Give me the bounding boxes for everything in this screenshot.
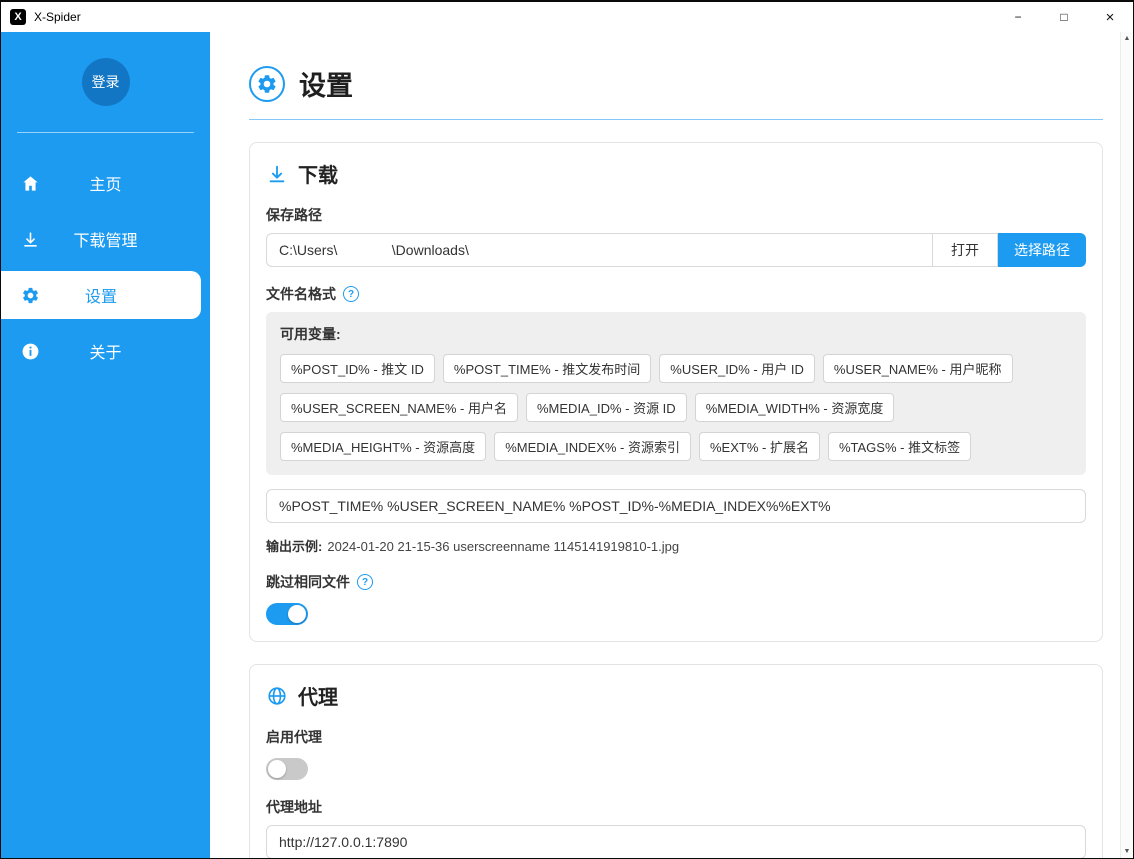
- variable-chip: %USER_SCREEN_NAME% - 用户名: [280, 393, 518, 422]
- close-button[interactable]: ×: [1087, 2, 1133, 32]
- variable-chip: %TAGS% - 推文标签: [828, 432, 971, 461]
- globe-icon: [266, 685, 288, 707]
- maximize-button[interactable]: □: [1041, 2, 1087, 32]
- scrollbar-track[interactable]: ▲ ▼: [1120, 32, 1133, 858]
- app-window: X X-Spider − □ × 登录 主页: [0, 0, 1134, 859]
- skip-same-file-label: 跳过相同文件 ?: [266, 572, 1086, 592]
- sidebar-item-about[interactable]: 关于: [1, 323, 210, 379]
- variable-chip: %USER_ID% - 用户 ID: [659, 354, 815, 383]
- minimize-button[interactable]: −: [995, 2, 1041, 32]
- home-icon: [21, 174, 40, 193]
- output-example-value: 2024-01-20 21-15-36 userscreenname 11451…: [327, 539, 679, 554]
- variable-chips: %POST_ID% - 推文 ID %POST_TIME% - 推文发布时间 %US…: [280, 354, 1072, 461]
- proxy-settings-card: 代理 启用代理 代理地址: [249, 664, 1103, 858]
- scrollbar-up-button[interactable]: ▲: [1121, 32, 1133, 45]
- sidebar-nav: 主页 下载管理 设置: [1, 155, 210, 379]
- settings-page: 设置 下载 保存路径 打开 选择路径 文件名格式 ?: [210, 32, 1133, 858]
- scrollbar-down-button[interactable]: ▼: [1121, 845, 1133, 858]
- sidebar-divider: [17, 132, 194, 133]
- download-section-header: 下载: [266, 159, 1086, 188]
- toggle-knob: [288, 605, 306, 623]
- variable-chip: %POST_ID% - 推文 ID: [280, 354, 435, 383]
- open-folder-button[interactable]: 打开: [932, 233, 998, 267]
- login-label: 登录: [92, 72, 120, 92]
- titlebar[interactable]: X X-Spider − □ ×: [1, 2, 1133, 32]
- variable-chip: %POST_TIME% - 推文发布时间: [443, 354, 651, 383]
- proxy-section-title: 代理: [298, 681, 338, 710]
- output-example-label: 输出示例:: [266, 539, 322, 554]
- variable-chip: %MEDIA_HEIGHT% - 资源高度: [280, 432, 486, 461]
- variable-chip: %MEDIA_ID% - 资源 ID: [526, 393, 687, 422]
- filename-format-label: 文件名格式 ?: [266, 284, 1086, 304]
- gear-icon: [21, 286, 40, 305]
- save-path-row: 打开 选择路径: [266, 233, 1086, 267]
- choose-path-button[interactable]: 选择路径: [998, 233, 1086, 267]
- download-icon: [266, 163, 288, 185]
- download-icon: [21, 230, 40, 249]
- save-path-label: 保存路径: [266, 205, 1086, 225]
- variable-chip: %MEDIA_INDEX% - 资源索引: [494, 432, 691, 461]
- variable-chip: %EXT% - 扩展名: [699, 432, 820, 461]
- variable-chip: %USER_NAME% - 用户昵称: [823, 354, 1013, 383]
- page-header: 设置: [249, 64, 1103, 120]
- sidebar: 登录 主页 下载管理: [1, 32, 210, 858]
- toggle-knob: [268, 760, 286, 778]
- proxy-address-input[interactable]: [266, 825, 1086, 858]
- variable-chip: %MEDIA_WIDTH% - 资源宽度: [695, 393, 895, 422]
- sidebar-item-download-manager[interactable]: 下载管理: [1, 211, 210, 267]
- filename-format-input[interactable]: [266, 489, 1086, 523]
- app-logo-icon: X: [10, 9, 26, 25]
- window-title: X-Spider: [34, 10, 81, 24]
- skip-same-file-toggle[interactable]: [266, 603, 308, 625]
- info-icon: [21, 342, 40, 361]
- sidebar-item-settings[interactable]: 设置: [1, 271, 201, 319]
- login-button[interactable]: 登录: [82, 58, 130, 106]
- download-section-title: 下载: [298, 159, 338, 188]
- available-variables-label: 可用变量:: [280, 324, 1072, 344]
- enable-proxy-label: 启用代理: [266, 727, 1086, 747]
- help-icon[interactable]: ?: [343, 286, 359, 302]
- help-icon[interactable]: ?: [357, 574, 373, 590]
- settings-icon: [249, 66, 285, 102]
- output-example: 输出示例: 2024-01-20 21-15-36 userscreenname …: [266, 536, 1086, 555]
- proxy-address-label: 代理地址: [266, 797, 1086, 817]
- proxy-section-header: 代理: [266, 681, 1086, 710]
- available-variables-panel: 可用变量: %POST_ID% - 推文 ID %POST_TIME% - 推文发…: [266, 312, 1086, 475]
- save-path-input[interactable]: [266, 233, 932, 267]
- enable-proxy-toggle[interactable]: [266, 758, 308, 780]
- download-settings-card: 下载 保存路径 打开 选择路径 文件名格式 ? 可用变量: %POST_ID% …: [249, 142, 1103, 642]
- sidebar-item-home[interactable]: 主页: [1, 155, 210, 211]
- page-title: 设置: [299, 64, 353, 103]
